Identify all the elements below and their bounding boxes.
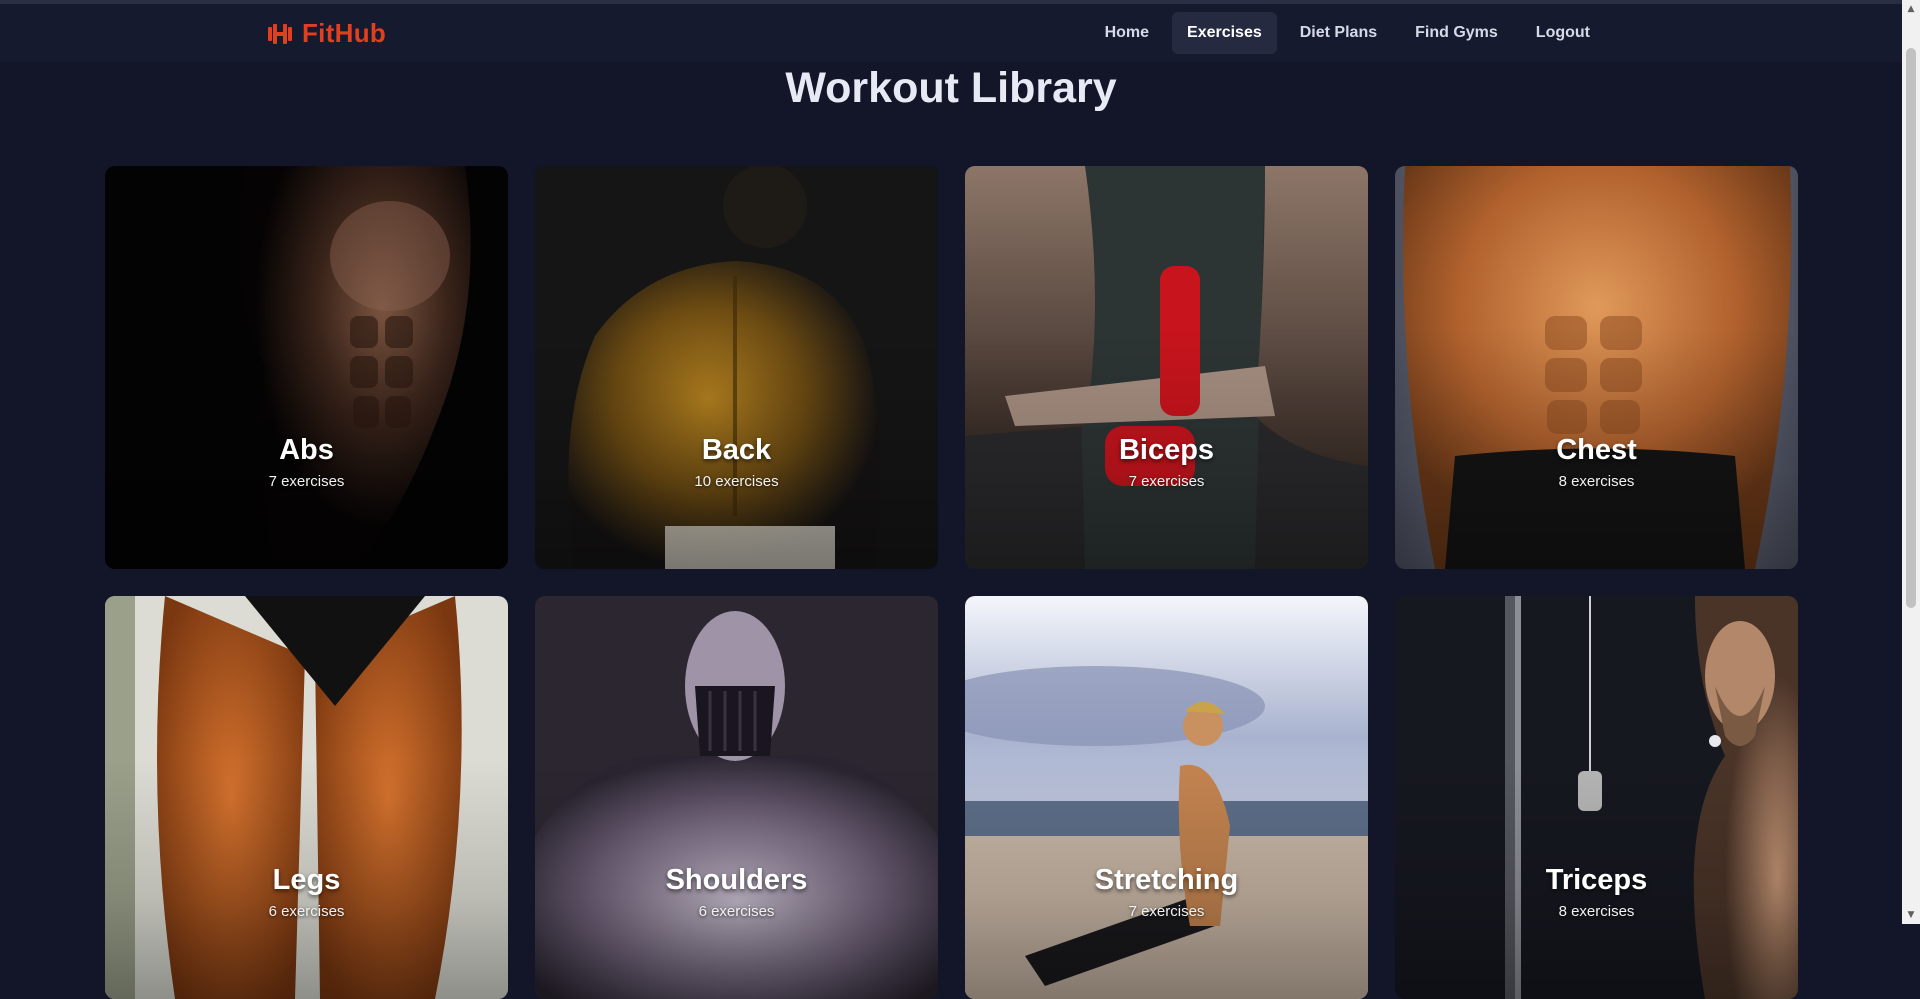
category-card-abs[interactable]: Abs 7 exercises — [105, 166, 508, 569]
dumbbell-icon — [268, 23, 292, 44]
scroll-down-icon[interactable]: ▼ — [1906, 910, 1916, 920]
card-title: Stretching — [1094, 864, 1239, 896]
nav-diet-plans[interactable]: Diet Plans — [1285, 12, 1392, 54]
category-card-triceps[interactable]: Triceps 8 exercises — [1395, 596, 1798, 999]
card-title: Triceps — [1545, 864, 1648, 896]
brand-name: FitHub — [302, 18, 387, 48]
nav-exercises[interactable]: Exercises — [1172, 12, 1277, 54]
main-nav: Home Exercises Diet Plans Find Gyms Logo… — [1090, 12, 1605, 54]
card-title: Abs — [279, 434, 334, 466]
card-title: Legs — [272, 864, 341, 896]
card-title: Biceps — [1118, 434, 1215, 466]
card-exercise-count: 7 exercises — [1128, 473, 1205, 490]
card-exercise-count: 10 exercises — [694, 473, 779, 490]
card-title: Chest — [1556, 434, 1637, 466]
category-card-biceps[interactable]: Biceps 7 exercises — [965, 166, 1368, 569]
category-card-shoulders[interactable]: Shoulders 6 exercises — [535, 596, 938, 999]
scroll-up-icon[interactable]: ▲ — [1906, 4, 1916, 14]
nav-find-gyms[interactable]: Find Gyms — [1400, 12, 1513, 54]
top-navbar: FitHub Home Exercises Diet Plans Find Gy… — [0, 0, 1902, 62]
vertical-scrollbar[interactable]: ▲ ▼ — [1902, 0, 1920, 924]
card-exercise-count: 6 exercises — [698, 903, 775, 920]
card-title: Shoulders — [665, 864, 808, 896]
nav-logout[interactable]: Logout — [1521, 12, 1605, 54]
card-title: Back — [701, 434, 772, 466]
card-exercise-count: 7 exercises — [268, 473, 345, 490]
card-exercise-count: 8 exercises — [1558, 903, 1635, 920]
workout-category-grid: Abs 7 exercises Back 10 exercises Biceps… — [105, 166, 1798, 999]
page-title: Workout Library — [785, 64, 1117, 112]
card-exercise-count: 6 exercises — [268, 903, 345, 920]
category-card-stretching[interactable]: Stretching 7 exercises — [965, 596, 1368, 999]
nav-home[interactable]: Home — [1090, 12, 1164, 54]
scrollbar-thumb[interactable] — [1906, 48, 1916, 608]
category-card-legs[interactable]: Legs 6 exercises — [105, 596, 508, 999]
card-exercise-count: 8 exercises — [1558, 473, 1635, 490]
card-exercise-count: 7 exercises — [1128, 903, 1205, 920]
category-card-back[interactable]: Back 10 exercises — [535, 166, 938, 569]
brand-logo[interactable]: FitHub — [266, 18, 386, 49]
category-card-chest[interactable]: Chest 8 exercises — [1395, 166, 1798, 569]
